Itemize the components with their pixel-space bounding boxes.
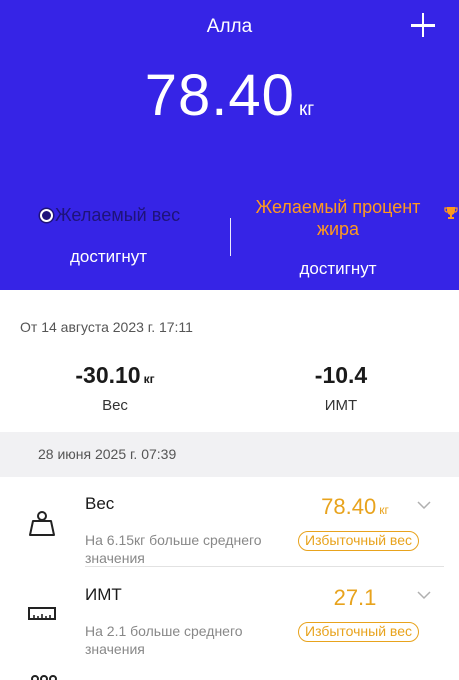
metric-value: 27.1 (290, 585, 420, 611)
weight-change-value: -30.10 (75, 362, 141, 388)
metric-icon-partial (31, 675, 57, 680)
bmi-change: -10.4 ИМТ (266, 362, 416, 414)
metric-value: 78.40 кг (290, 494, 420, 520)
header: Алла 78.40 кг Желаемый вес достигнут Жела… (0, 0, 459, 290)
goal-fat-status: достигнут (299, 259, 377, 278)
chevron-down-icon[interactable] (417, 498, 431, 512)
goal-fat-title: Желаемый процент жира (255, 197, 421, 239)
metric-name: Вес (85, 494, 115, 513)
progress-summary[interactable]: От 14 августа 2023 г. 17:11 -30.10 кг Вес… (0, 290, 459, 432)
chevron-down-icon[interactable] (417, 588, 431, 602)
user-name[interactable]: Алла (0, 16, 459, 38)
measurement-date-bar: 28 июня 2025 г. 07:39 (0, 432, 459, 477)
target-icon (40, 209, 53, 222)
goal-weight-status: достигнут (70, 247, 148, 266)
since-date: От 14 августа 2023 г. 17:11 (20, 319, 193, 335)
bmi-change-value: -10.4 (314, 362, 368, 388)
trophy-icon (444, 207, 458, 219)
goal-weight[interactable]: Желаемый вес достигнут (40, 205, 230, 267)
metric-description: На 2.1 больше среднего значения (85, 623, 243, 657)
metric-value-unit: кг (379, 503, 389, 517)
add-button[interactable] (407, 10, 439, 42)
bmi-change-label: ИМТ (324, 397, 358, 414)
goal-fat[interactable]: Желаемый процент жира достигнут (243, 196, 433, 279)
metric-row-weight[interactable]: Вес На 6.15кг больше среднего значения 7… (0, 477, 459, 567)
status-badge: Избыточный вес (298, 622, 420, 642)
current-weight-unit: кг (298, 99, 315, 120)
metric-name: ИМТ (85, 585, 122, 604)
scale-weight-icon (29, 511, 55, 536)
status-badge: Избыточный вес (298, 531, 420, 551)
goal-divider (230, 218, 231, 256)
current-weight-value: 78.40 (144, 63, 295, 128)
measurement-date: 28 июня 2025 г. 07:39 (38, 446, 177, 462)
current-weight: 78.40 кг (0, 62, 459, 129)
metric-description: На 6.15кг больше среднего значения (85, 532, 262, 566)
metric-value-number: 27.1 (333, 585, 377, 610)
weight-change-label: Вес (102, 397, 128, 414)
ruler-icon (28, 607, 56, 620)
metric-row-bmi[interactable]: ИМТ На 2.1 больше среднего значения 27.1… (0, 567, 459, 657)
metric-value-number: 78.40 (321, 494, 377, 519)
weight-change-unit: кг (143, 372, 155, 386)
weight-change: -30.10 кг Вес (40, 362, 190, 414)
goal-weight-title: Желаемый вес (55, 205, 181, 225)
